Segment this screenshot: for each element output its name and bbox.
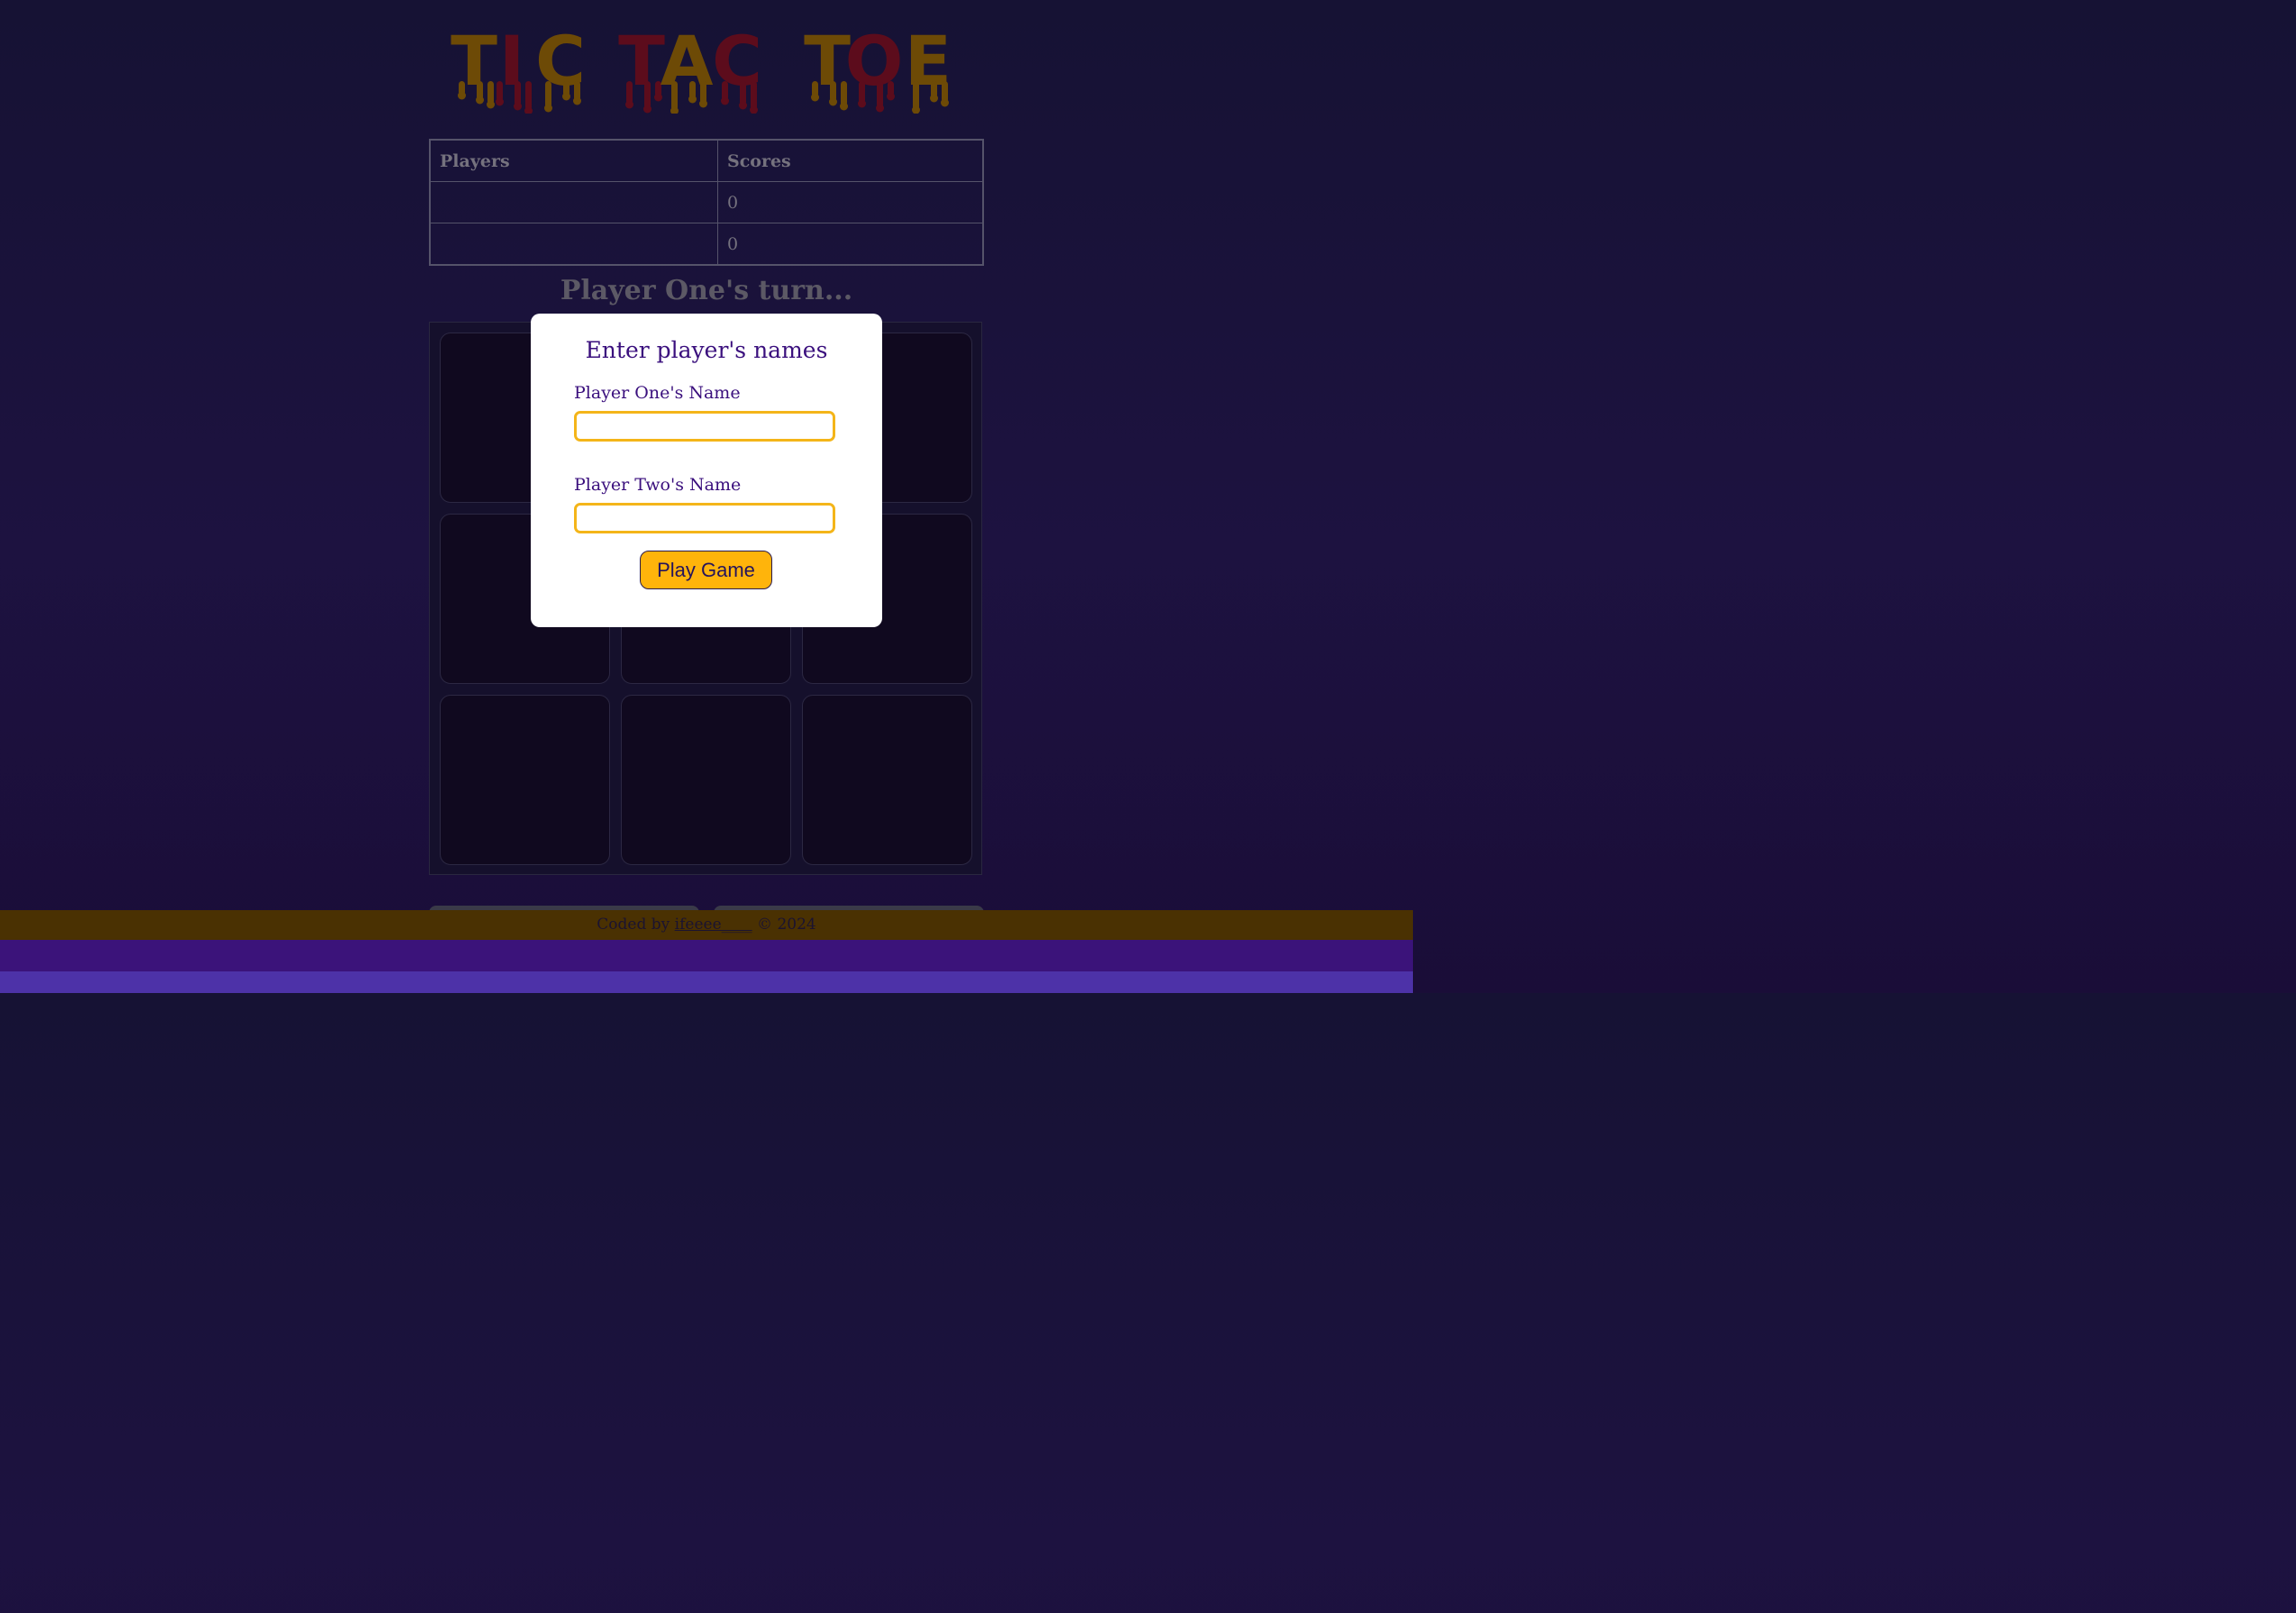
title-letter: O [845,29,904,101]
player-one-name-input[interactable] [574,411,835,442]
title-drip-drop [876,104,884,113]
title-drip-drop [887,92,895,101]
title-drip-drop [496,97,504,106]
title-drip-drop [562,92,570,101]
table-row: 0 [429,181,984,223]
title-drip [644,81,651,109]
title-drip [525,81,532,111]
board-cell-8[interactable] [621,695,791,865]
title-logo: T I C TAC TO E [451,29,952,114]
title-drip-drop [458,91,466,100]
title-drip-drop [699,99,707,108]
player-one-score-cell: 0 [717,181,984,223]
title-drip-drop [573,96,581,105]
player-one-label: Player One's Name [574,383,741,403]
title-drip [671,81,678,111]
player-one-name-cell [429,181,718,223]
title-drip-drop [514,102,522,111]
footer: Coded by ifeeee____ © 2024 [0,910,1413,940]
bottom-bar-purple [0,939,1413,971]
scores-header: Scores [717,139,984,182]
title-drip-drop [476,96,484,105]
bottom-bar-violet [0,971,1413,993]
title-drip-drop [721,96,729,105]
title-drip-drop [941,98,949,107]
player-two-score-cell: 0 [717,223,984,266]
board-cell-9[interactable] [802,695,972,865]
board-cell-7[interactable] [440,695,610,865]
title-drip-drop [930,94,938,103]
players-header: Players [429,139,718,182]
player-two-name-input[interactable] [574,503,835,533]
player-two-label: Player Two's Name [574,475,742,495]
author-link[interactable]: ifeeee____ [675,916,752,934]
title-drip-drop [625,100,633,109]
player-names-modal: Enter player's names Player One's Name P… [531,314,882,627]
play-game-button[interactable]: Play Game [640,551,772,589]
title-drip-drop [739,101,747,110]
turn-status: Player One's turn... [560,275,853,306]
scoreboard-table: Players Scores 0 0 [429,139,984,266]
footer-prefix: Coded by [597,916,675,934]
title-drip-drop [688,95,697,104]
title-drip [913,81,919,110]
footer-copyright: © 2024 [752,916,816,934]
title-drip-drop [829,97,837,106]
title-drip-drop [858,99,866,108]
title-drip-drop [544,104,552,113]
title-drip-drop [487,100,495,109]
player-two-name-cell [429,223,718,266]
title-drip-drop [643,105,651,114]
table-row: 0 [429,223,984,266]
title-drip-drop [840,102,848,111]
title-drip-drop [811,93,819,102]
title-drip [751,81,757,110]
modal-title: Enter player's names [585,337,828,363]
